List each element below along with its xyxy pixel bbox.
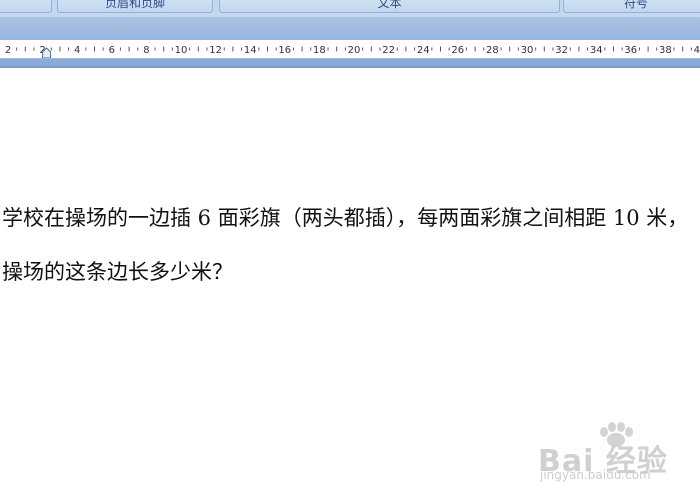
ribbon-group-label: 符号: [623, 0, 648, 10]
ruler-number: 28: [486, 45, 499, 56]
ruler-number: 12: [209, 45, 222, 56]
ribbon-group-label: 文本: [377, 0, 402, 10]
ruler-number: 40: [694, 45, 700, 56]
ribbon-group-header-footer[interactable]: 页眉和页脚: [57, 0, 213, 13]
ruler-number: 22: [382, 45, 395, 56]
watermark-url: jingyan.baidu.com: [540, 468, 651, 482]
ruler-number: 20: [348, 45, 361, 56]
ribbon-group-captions: 页眉和页脚 文本 符号: [0, 0, 700, 17]
ruler-number: 32: [555, 45, 568, 56]
ribbon-group-label: 页眉和页脚: [104, 0, 165, 10]
ruler-number: 14: [244, 45, 257, 56]
ruler-number: 10: [175, 45, 188, 56]
ribbon-group-text[interactable]: 文本: [219, 0, 560, 13]
ruler-number: 24: [417, 45, 430, 56]
ruler-scale: 2246810121416182022242628303234363840: [5, 45, 700, 58]
ruler-number: 18: [313, 45, 326, 56]
horizontal-ruler[interactable]: 2246810121416182022242628303234363840: [0, 39, 700, 59]
document-text-line[interactable]: 学校在操场的一边插 6 面彩旗（两头都插），每两面彩旗之间相距 10 米，: [2, 202, 688, 232]
word-window: 页眉和页脚 文本 符号 2 2 4 6 8 10 12 14 16 18 20 22 24 26 28 30 3…: [0, 0, 700, 500]
ruler-number: 4: [74, 45, 80, 56]
ruler-number: 6: [109, 45, 115, 56]
ruler-number: 34: [590, 45, 603, 56]
ruler-number: 26: [451, 45, 464, 56]
ruler-number: 38: [659, 45, 672, 56]
ruler-number: 30: [521, 45, 534, 56]
ruler-number: 2: [5, 45, 11, 56]
ribbon-group-symbol[interactable]: 符号: [563, 0, 700, 13]
ruler-number: 8: [143, 45, 149, 56]
ruler-area: 2246810121416182022242628303234363840: [0, 17, 700, 67]
baidu-jingyan-watermark: Bai 经验 jingyan.baidu.com: [538, 418, 678, 490]
document-text-line[interactable]: 操场的这条边长多少米？: [2, 256, 233, 286]
ribbon-group-left[interactable]: [0, 0, 52, 13]
ruler-number: 36: [624, 45, 637, 56]
ruler-number: 16: [278, 45, 291, 56]
